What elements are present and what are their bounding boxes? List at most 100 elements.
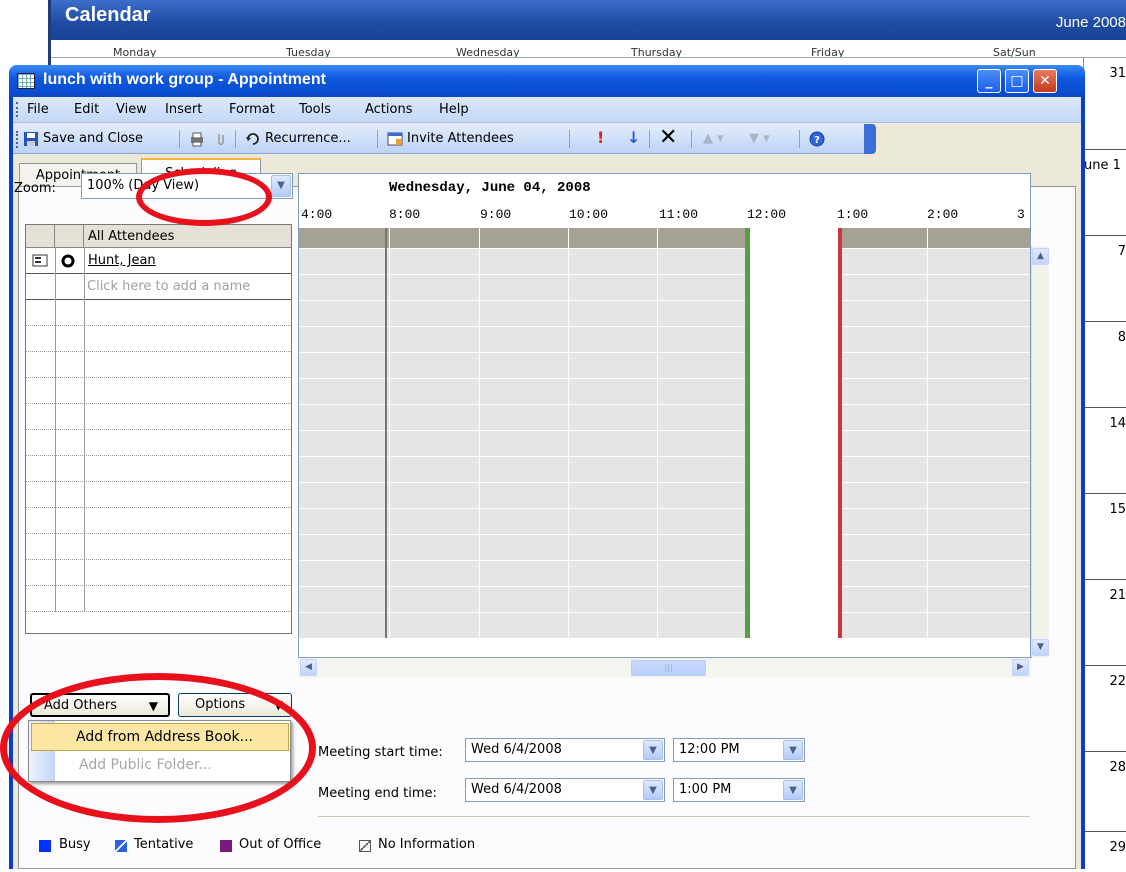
close-button[interactable]: ✕	[1033, 69, 1057, 93]
attendee-row-empty[interactable]	[26, 482, 291, 508]
save-and-close-button[interactable]: Save and Close	[43, 131, 143, 146]
calendar-cell[interactable]: 7	[1084, 236, 1126, 322]
meeting-time-slot[interactable]	[745, 228, 839, 638]
start-date-select[interactable]: Wed 6/4/2008 ▼	[465, 738, 665, 762]
attendee-row-empty[interactable]	[26, 560, 291, 586]
recurrence-button[interactable]: Recurrence...	[265, 131, 351, 146]
attendee-row-empty[interactable]	[26, 534, 291, 560]
hour-label: 1:00	[837, 207, 869, 222]
scroll-up-icon[interactable]: ▲	[1032, 248, 1049, 265]
date-number: une 1	[1084, 158, 1121, 173]
calendar-cell[interactable]: une 1	[1084, 150, 1126, 236]
add-others-menu: Add from Address Book... Add Public Fold…	[28, 720, 291, 782]
chevron-down-icon[interactable]: ▼	[643, 780, 663, 800]
add-attendee-row[interactable]: Click here to add a name	[26, 274, 291, 300]
add-others-button[interactable]: Add Others ▼	[30, 693, 170, 717]
scroll-left-icon[interactable]: ◀	[300, 659, 317, 676]
attendee-row-empty[interactable]	[26, 352, 291, 378]
invite-attendees-button[interactable]: Invite Attendees	[407, 131, 514, 146]
toolbar-grip[interactable]	[16, 102, 19, 117]
title-bar[interactable]: lunch with work group - Appointment _ □ …	[9, 65, 1085, 97]
delete-icon[interactable]: ✕	[659, 125, 677, 150]
horizontal-scrollbar[interactable]: ◀ ||| ▶	[298, 658, 1031, 678]
column-divider	[84, 586, 85, 612]
toolbar-grip[interactable]	[16, 131, 19, 148]
toolbar-separator	[569, 130, 570, 148]
attendee-row-empty[interactable]	[26, 300, 291, 326]
add-public-folder-item[interactable]: Add Public Folder...	[79, 757, 212, 773]
attendee-row-empty[interactable]	[26, 586, 291, 612]
calendar-cell[interactable]: 21	[1084, 580, 1126, 666]
hour-divider	[927, 228, 928, 638]
options-button[interactable]: Options ▼	[178, 693, 292, 717]
attendee-row-empty[interactable]	[26, 430, 291, 456]
calendar-cell[interactable]: 15	[1084, 494, 1126, 580]
previous-item-icon[interactable]: ▲ ▾	[703, 131, 724, 146]
calendar-cell[interactable]: 14	[1084, 408, 1126, 494]
menu-format[interactable]: Format	[229, 102, 275, 117]
attendee-row[interactable]: Hunt, Jean	[26, 248, 291, 274]
scroll-down-icon[interactable]: ▼	[1032, 639, 1049, 656]
help-icon[interactable]: ?	[809, 131, 825, 147]
attendee-row-empty[interactable]	[26, 508, 291, 534]
start-time-select[interactable]: 12:00 PM ▼	[673, 738, 805, 762]
calendar-cell[interactable]: 22	[1084, 666, 1126, 752]
toolbar-options-chevron[interactable]	[864, 124, 876, 154]
scroll-right-icon[interactable]: ▶	[1012, 659, 1029, 676]
low-importance-icon[interactable]: ↓	[627, 128, 640, 147]
hour-divider	[389, 228, 390, 638]
column-divider	[55, 534, 56, 560]
end-time-select[interactable]: 1:00 PM ▼	[673, 778, 805, 802]
chevron-down-icon[interactable]: ▼	[643, 740, 663, 760]
menu-file[interactable]: File	[27, 102, 49, 117]
attendee-list: All Attendees Hunt, Jean Click here to a…	[25, 224, 292, 634]
menu-help[interactable]: Help	[439, 102, 469, 117]
chevron-down-icon[interactable]: ▼	[783, 740, 803, 760]
column-divider	[84, 326, 85, 352]
add-name-placeholder[interactable]: Click here to add a name	[87, 279, 250, 294]
meeting-end-marker[interactable]	[838, 228, 842, 638]
meeting-start-marker[interactable]	[745, 228, 750, 638]
chevron-down-icon[interactable]: ▼	[271, 175, 291, 197]
chevron-down-icon[interactable]: ▼	[783, 780, 803, 800]
add-from-address-book-item[interactable]: Add from Address Book...	[31, 723, 289, 751]
menu-view[interactable]: View	[116, 102, 147, 117]
legend-out-of-office: Out of Office	[239, 837, 322, 852]
menu-tools[interactable]: Tools	[299, 102, 331, 117]
attendee-row-empty[interactable]	[26, 456, 291, 482]
calendar-cell[interactable]: 31	[1084, 58, 1126, 150]
vertical-scrollbar[interactable]: ▲ ▼	[1031, 246, 1049, 658]
zoom-select[interactable]: 100% (Day View) ▼	[81, 173, 293, 199]
end-date-select[interactable]: Wed 6/4/2008 ▼	[465, 778, 665, 802]
menu-insert[interactable]: Insert	[165, 102, 202, 117]
legend: Busy Tentative Out of Office No Informat…	[13, 830, 1081, 860]
column-divider	[55, 326, 56, 352]
free-busy-timeline[interactable]: Wednesday, June 04, 2008 4:00 8:00 9:00 …	[298, 173, 1031, 658]
high-importance-icon[interactable]: !	[597, 128, 604, 147]
column-divider	[55, 508, 56, 534]
calendar-cell[interactable]: 28	[1084, 752, 1126, 832]
print-icon[interactable]	[189, 131, 205, 147]
scroll-thumb[interactable]: |||	[631, 660, 706, 676]
column-divider	[84, 352, 85, 378]
timeline-grid[interactable]	[299, 248, 1030, 638]
attendee-name[interactable]: Hunt, Jean	[88, 253, 156, 268]
menu-actions[interactable]: Actions	[365, 102, 413, 117]
attendee-row-empty[interactable]	[26, 326, 291, 352]
busy-swatch	[39, 840, 51, 852]
paperclip-icon[interactable]	[213, 131, 229, 147]
mail-option-icon[interactable]	[32, 254, 48, 267]
calendar-cell[interactable]: 8	[1084, 322, 1126, 408]
minimize-button[interactable]: _	[977, 69, 1001, 93]
attendee-row-empty[interactable]	[26, 404, 291, 430]
menu-edit[interactable]: Edit	[74, 102, 99, 117]
calendar-cell[interactable]: 29	[1084, 832, 1126, 872]
attendee-header: All Attendees	[26, 225, 291, 248]
maximize-button[interactable]: □	[1005, 69, 1029, 93]
recurrence-icon	[246, 133, 259, 145]
next-item-icon[interactable]: ▼ ▾	[749, 131, 770, 146]
day-header: Friday	[811, 46, 845, 58]
toolbar-separator	[649, 130, 650, 148]
calendar-header: Calendar June 2008	[51, 0, 1126, 40]
attendee-row-empty[interactable]	[26, 378, 291, 404]
